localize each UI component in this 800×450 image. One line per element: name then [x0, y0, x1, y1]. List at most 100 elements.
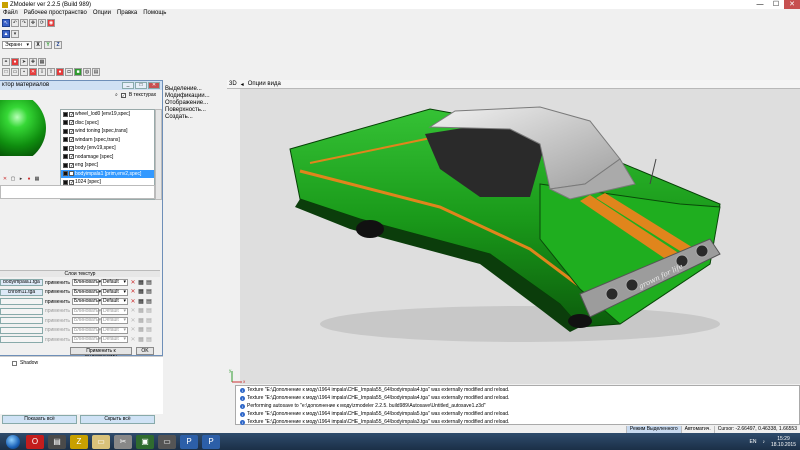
modifier-display[interactable]: Отображение... — [165, 100, 225, 107]
mode-combo[interactable]: Default ▾ — [100, 336, 128, 343]
render-icon[interactable]: ■ — [74, 68, 82, 76]
remove-icon[interactable]: ● — [26, 176, 32, 182]
remove-texture-icon[interactable]: ✕ — [130, 308, 136, 314]
texture-name-button[interactable]: chrom11.tga — [0, 288, 43, 296]
texture-props-icon[interactable]: ▦ — [138, 327, 144, 333]
texture-copy-icon[interactable]: ▤ — [146, 299, 152, 305]
blend-combo[interactable]: Блиновать ▾ — [71, 279, 101, 286]
photoshop-icon-1[interactable]: P — [180, 434, 198, 449]
record-icon[interactable]: ● — [56, 68, 64, 76]
remove-texture-icon[interactable]: ✕ — [130, 289, 136, 295]
pointer-icon[interactable]: ➤ — [20, 58, 28, 66]
texture-props-icon[interactable]: ▦ — [138, 337, 144, 343]
import-icon[interactable]: ⇩ — [38, 68, 46, 76]
texture-props-icon[interactable]: ▦ — [138, 289, 144, 295]
material-row[interactable]: ✓ eng [spec] — [61, 161, 154, 170]
material-row[interactable]: ✓ windarn [spec,trans] — [61, 136, 154, 145]
menu-workspace[interactable]: Рабочее пространство — [24, 9, 87, 17]
material-checkbox[interactable]: ✓ — [69, 128, 74, 134]
material-checkbox[interactable]: ✓ — [69, 179, 74, 185]
modifier-create[interactable]: Создать... — [165, 114, 225, 121]
ok-button[interactable]: OK — [136, 347, 154, 355]
texture-copy-icon[interactable]: ▤ — [146, 318, 152, 324]
zmodeler-icon[interactable]: Z — [70, 434, 88, 449]
blend-combo[interactable]: Блиновать ▾ — [71, 317, 101, 324]
link-icon[interactable]: ⚭ — [2, 58, 10, 66]
material-maximize-button[interactable]: □ — [135, 82, 147, 89]
texture-name-button[interactable] — [0, 307, 43, 315]
export-icon[interactable]: ⇧ — [47, 68, 55, 76]
mode-combo[interactable]: Default ▾ — [100, 317, 128, 324]
language-indicator[interactable]: EN — [750, 439, 757, 445]
redo-icon[interactable]: ↷ — [20, 19, 28, 27]
material-checkbox[interactable]: ✓ — [69, 111, 74, 117]
coordinate-mode-combo[interactable]: Экранн ▾ — [2, 41, 32, 49]
material-checkbox[interactable]: ✓ — [69, 137, 74, 143]
hide-all-button[interactable]: Скрыть всё — [80, 415, 155, 424]
texture-copy-icon[interactable]: ▤ — [146, 280, 152, 286]
play-icon[interactable]: ▸ — [18, 176, 24, 182]
chevron-left-icon[interactable]: ◂ — [241, 81, 244, 88]
viewport-options-menu[interactable]: Опции вида — [248, 81, 281, 87]
texture-props-icon[interactable]: ▦ — [138, 299, 144, 305]
open-file-icon[interactable]: ▭ — [11, 68, 19, 76]
modifier-selection[interactable]: Выделение... — [165, 86, 225, 93]
vertex-mode-icon[interactable]: ▲ — [2, 30, 10, 38]
show-all-button[interactable]: Показать всё — [2, 415, 77, 424]
delete-icon[interactable]: ✕ — [29, 68, 37, 76]
snap-icon[interactable]: ✚ — [29, 58, 37, 66]
blend-combo[interactable]: Блиновать ▾ — [71, 288, 101, 296]
material-icon[interactable]: ◍ — [83, 68, 91, 76]
texture-props-icon[interactable]: ▦ — [138, 280, 144, 286]
texture-name-button[interactable] — [0, 298, 43, 305]
texture-props-icon[interactable]: ▦ — [138, 308, 144, 314]
monitor-icon[interactable]: ▭ — [158, 434, 176, 449]
material-minimize-button[interactable]: _ — [122, 82, 134, 89]
texture-props-icon[interactable]: ▦ — [138, 318, 144, 324]
material-checkbox[interactable]: ✓ — [69, 171, 74, 177]
mode-combo[interactable]: Default ▾ — [100, 307, 128, 315]
texture-icon[interactable]: ▤ — [92, 68, 100, 76]
material-checkbox[interactable]: ✓ — [69, 162, 74, 168]
apply-to-selected-button[interactable]: Применить к выделенному — [70, 347, 132, 360]
remove-texture-icon[interactable]: ✕ — [130, 299, 136, 305]
folder-icon[interactable]: ▭ — [92, 434, 110, 449]
remove-texture-icon[interactable]: ✕ — [130, 327, 136, 333]
start-button[interactable] — [6, 434, 20, 449]
undo-icon[interactable]: ↶ — [11, 19, 19, 27]
grid-icon[interactable]: ▦ — [38, 58, 46, 66]
tools-icon[interactable]: ✂ — [114, 434, 132, 449]
mode-combo[interactable]: Default ▾ — [100, 279, 128, 286]
viewport-3d[interactable]: grown for life — [240, 89, 800, 384]
axis-x-button[interactable]: X — [34, 41, 42, 49]
volume-icon[interactable]: ♪ — [762, 439, 765, 445]
material-list-scrollbar[interactable] — [155, 109, 162, 200]
scale-icon[interactable]: ◉ — [47, 19, 55, 27]
menu-edit[interactable]: Правка — [117, 9, 137, 17]
texture-name-button[interactable] — [0, 317, 43, 324]
mode-combo[interactable]: Default ▾ — [100, 288, 128, 296]
menu-help[interactable]: Помощь — [143, 9, 166, 17]
lock-icon[interactable]: ● — [11, 58, 19, 66]
material-checkbox[interactable]: ✓ — [69, 120, 74, 126]
new-file-icon[interactable]: □ — [2, 68, 10, 76]
blend-combo[interactable]: Блиновать ▾ — [71, 336, 101, 343]
texture-copy-icon[interactable]: ▤ — [146, 337, 152, 343]
minimize-button[interactable]: — — [752, 0, 768, 9]
binoculars-icon[interactable]: ⌕ — [115, 92, 118, 98]
imgtool-icon[interactable]: ▣ — [136, 434, 154, 449]
close-button[interactable]: ✕ — [784, 0, 800, 9]
material-checkbox[interactable]: ✓ — [69, 145, 74, 151]
material-row[interactable]: ✓ wheel_lod0 [env19,spec] — [61, 110, 154, 119]
remove-texture-icon[interactable]: ✕ — [130, 318, 136, 324]
move-icon[interactable]: ✥ — [29, 19, 37, 27]
material-row[interactable]: ✓ bodyimpala1 [prim,env2,spec] — [61, 169, 154, 178]
blend-combo[interactable]: Блиновать ▾ — [71, 298, 101, 305]
material-row[interactable]: ✓ nodamage [spec] — [61, 153, 154, 162]
grid-view-icon[interactable]: ▦ — [34, 176, 40, 182]
dropdown-arrow-icon[interactable]: ▾ — [11, 30, 19, 38]
texture-copy-icon[interactable]: ▤ — [146, 308, 152, 314]
axis-z-button[interactable]: Z — [54, 41, 62, 49]
texture-name-button[interactable] — [0, 326, 43, 334]
mode-combo[interactable]: Default ▾ — [100, 326, 128, 334]
